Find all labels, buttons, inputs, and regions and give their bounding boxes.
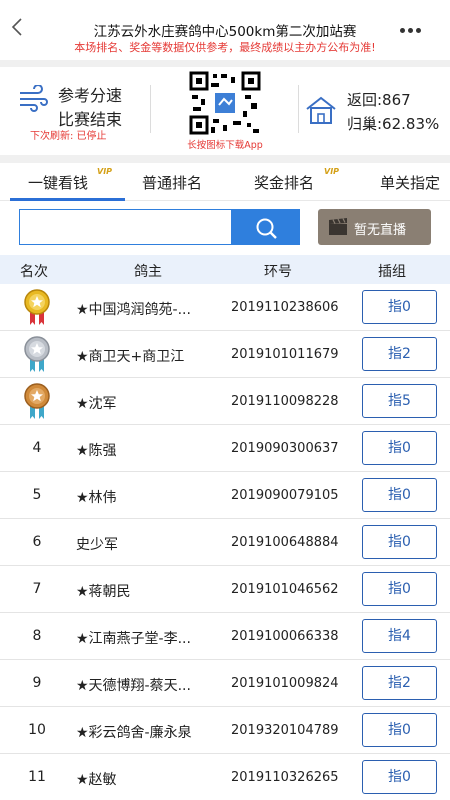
search-icon bbox=[256, 218, 277, 239]
tab-label: 一键看钱 bbox=[28, 174, 89, 192]
qr-caption: 长按图标下载App bbox=[187, 140, 263, 151]
tab-label: 普通排名 bbox=[142, 174, 203, 192]
table-row[interactable]: 5 ★林伟 2019090079105 指0 bbox=[0, 472, 450, 519]
group-button[interactable]: 指0 bbox=[362, 290, 437, 324]
divider bbox=[150, 85, 151, 133]
rank-value: 9 bbox=[32, 675, 42, 691]
ring-number: 2019101011679 bbox=[231, 347, 339, 362]
pigeon-owner: ★中国鸿润鸽苑-... bbox=[76, 302, 191, 318]
table-row[interactable]: 6 史少军 2019100648884 指0 bbox=[0, 519, 450, 566]
pigeon-owner: ★彩云鸽舍-廉永泉 bbox=[76, 725, 192, 741]
qr-code-icon[interactable] bbox=[189, 71, 261, 135]
divider bbox=[0, 60, 450, 67]
divider bbox=[298, 85, 299, 133]
back-arrow-icon[interactable] bbox=[8, 16, 28, 38]
rank-value: 4 bbox=[32, 440, 42, 456]
vip-badge: VIP bbox=[324, 167, 340, 176]
live-stream-label: 暂无直播 bbox=[354, 223, 407, 238]
tab-normal-ranking[interactable]: 普通排名 bbox=[142, 172, 202, 193]
tab-label: 奖金排名 bbox=[254, 174, 315, 192]
table-row[interactable]: 4 ★陈强 2019090300637 指0 bbox=[0, 425, 450, 472]
table-row[interactable]: 10 ★彩云鸽舍-廉永泉 2019320104789 指0 bbox=[0, 707, 450, 754]
rank-value: 7 bbox=[32, 581, 42, 597]
table-header: 名次 鸽主 环号 插组 bbox=[0, 255, 450, 284]
pigeon-owner: ★陈强 bbox=[76, 443, 117, 459]
vip-badge: VIP bbox=[97, 167, 113, 176]
group-button[interactable]: 指2 bbox=[362, 337, 437, 371]
ring-number: 2019101009824 bbox=[231, 676, 339, 691]
race-title: 江苏云外水庄赛鸽中心500km第二次加站赛 bbox=[93, 24, 357, 40]
header-owner: 鸽主 bbox=[134, 264, 162, 280]
active-tab-indicator bbox=[10, 198, 125, 201]
wind-icon bbox=[20, 85, 48, 112]
tab-prize-ranking[interactable]: 奖金排名 VIP bbox=[254, 167, 339, 193]
pigeon-owner: ★蒋朝民 bbox=[76, 584, 131, 600]
group-button[interactable]: 指5 bbox=[362, 384, 437, 418]
search-button[interactable] bbox=[232, 209, 300, 245]
table-row[interactable]: 7 ★蒋朝民 2019101046562 指0 bbox=[0, 566, 450, 613]
tab-single-designated[interactable]: 单关指定 bbox=[380, 172, 440, 193]
table-row[interactable]: 1 ★中国鸿润鸽苑-... 2019110238606 指0 bbox=[0, 284, 450, 331]
pigeon-owner: ★沈军 bbox=[76, 396, 117, 412]
ring-number: 2019101046562 bbox=[231, 582, 339, 597]
table-row[interactable]: 8 ★江南燕子堂-李... 2019100066338 指4 bbox=[0, 613, 450, 660]
silver-medal-icon bbox=[24, 336, 50, 372]
table-row[interactable]: 11 ★赵敏 2019110326265 指0 bbox=[0, 754, 450, 800]
bronze-medal-icon bbox=[24, 383, 50, 419]
rank-value: 6 bbox=[32, 534, 42, 550]
ring-number: 2019110326265 bbox=[231, 770, 339, 785]
refresh-status: 下次刷新: 已停止 bbox=[30, 131, 107, 142]
group-button[interactable]: 指4 bbox=[362, 619, 437, 653]
ring-number: 2019110098228 bbox=[231, 394, 339, 409]
group-button[interactable]: 指2 bbox=[362, 666, 437, 700]
group-button[interactable]: 指0 bbox=[362, 760, 437, 794]
gold-medal-icon bbox=[24, 289, 50, 325]
home-icon bbox=[306, 96, 336, 124]
header-ring: 环号 bbox=[264, 264, 292, 280]
tab-label: 单关指定 bbox=[380, 174, 441, 192]
pigeon-owner: 史少军 bbox=[76, 537, 118, 553]
ring-number: 2019100648884 bbox=[231, 535, 339, 550]
group-button[interactable]: 指0 bbox=[362, 572, 437, 606]
group-button[interactable]: 指0 bbox=[362, 478, 437, 512]
group-button[interactable]: 指0 bbox=[362, 431, 437, 465]
disclaimer-text: 本场排名、奖金等数据仅供参考，最终成绩以主办方公布为准! bbox=[74, 41, 376, 54]
returned-count: 返回:867 bbox=[347, 91, 411, 109]
rank-value: 5 bbox=[32, 487, 42, 503]
clapperboard-icon bbox=[329, 218, 347, 235]
speed-label: 参考分速 bbox=[58, 86, 123, 105]
pigeon-owner: ★林伟 bbox=[76, 490, 117, 506]
header-rank: 名次 bbox=[20, 264, 48, 280]
ring-number: 2019110238606 bbox=[231, 300, 339, 315]
table-row[interactable]: 3 ★沈军 2019110098228 指5 bbox=[0, 378, 450, 425]
table-row[interactable]: 9 ★天德博翔-蔡天... 2019101009824 指2 bbox=[0, 660, 450, 707]
table-row[interactable]: 2 ★商卫天+商卫江 2019101011679 指2 bbox=[0, 331, 450, 378]
ring-number: 2019090300637 bbox=[231, 441, 339, 456]
pigeon-owner: ★江南燕子堂-李... bbox=[76, 631, 191, 647]
more-options-icon[interactable] bbox=[400, 28, 422, 34]
homing-rate: 归巢:62.83% bbox=[347, 115, 440, 133]
group-button[interactable]: 指0 bbox=[362, 525, 437, 559]
rank-value: 11 bbox=[28, 769, 46, 785]
divider bbox=[0, 155, 450, 163]
ring-number: 2019100066338 bbox=[231, 629, 339, 644]
pigeon-owner: ★赵敏 bbox=[76, 772, 117, 788]
rank-value: 10 bbox=[28, 722, 46, 738]
pigeon-owner: ★商卫天+商卫江 bbox=[76, 349, 185, 365]
top-bar: 江苏云外水庄赛鸽中心500km第二次加站赛 本场排名、奖金等数据仅供参考，最终成… bbox=[0, 0, 450, 60]
live-stream-button[interactable]: 暂无直播 bbox=[318, 209, 431, 245]
pigeon-owner: ★天德博翔-蔡天... bbox=[76, 678, 191, 694]
header-group: 插组 bbox=[378, 264, 406, 280]
race-info-panel: 参考分速 比赛结束 下次刷新: 已停止 长按图标下载App 返回:867 归巢:… bbox=[0, 67, 450, 155]
ranking-tabs: 一键看钱 VIP 普通排名 奖金排名 VIP 单关指定 bbox=[0, 163, 450, 201]
ring-number: 2019320104789 bbox=[231, 723, 339, 738]
ring-number: 2019090079105 bbox=[231, 488, 339, 503]
rank-value: 8 bbox=[32, 628, 42, 644]
tab-money[interactable]: 一键看钱 VIP bbox=[28, 167, 112, 193]
group-button[interactable]: 指0 bbox=[362, 713, 437, 747]
search-input[interactable] bbox=[19, 209, 232, 245]
